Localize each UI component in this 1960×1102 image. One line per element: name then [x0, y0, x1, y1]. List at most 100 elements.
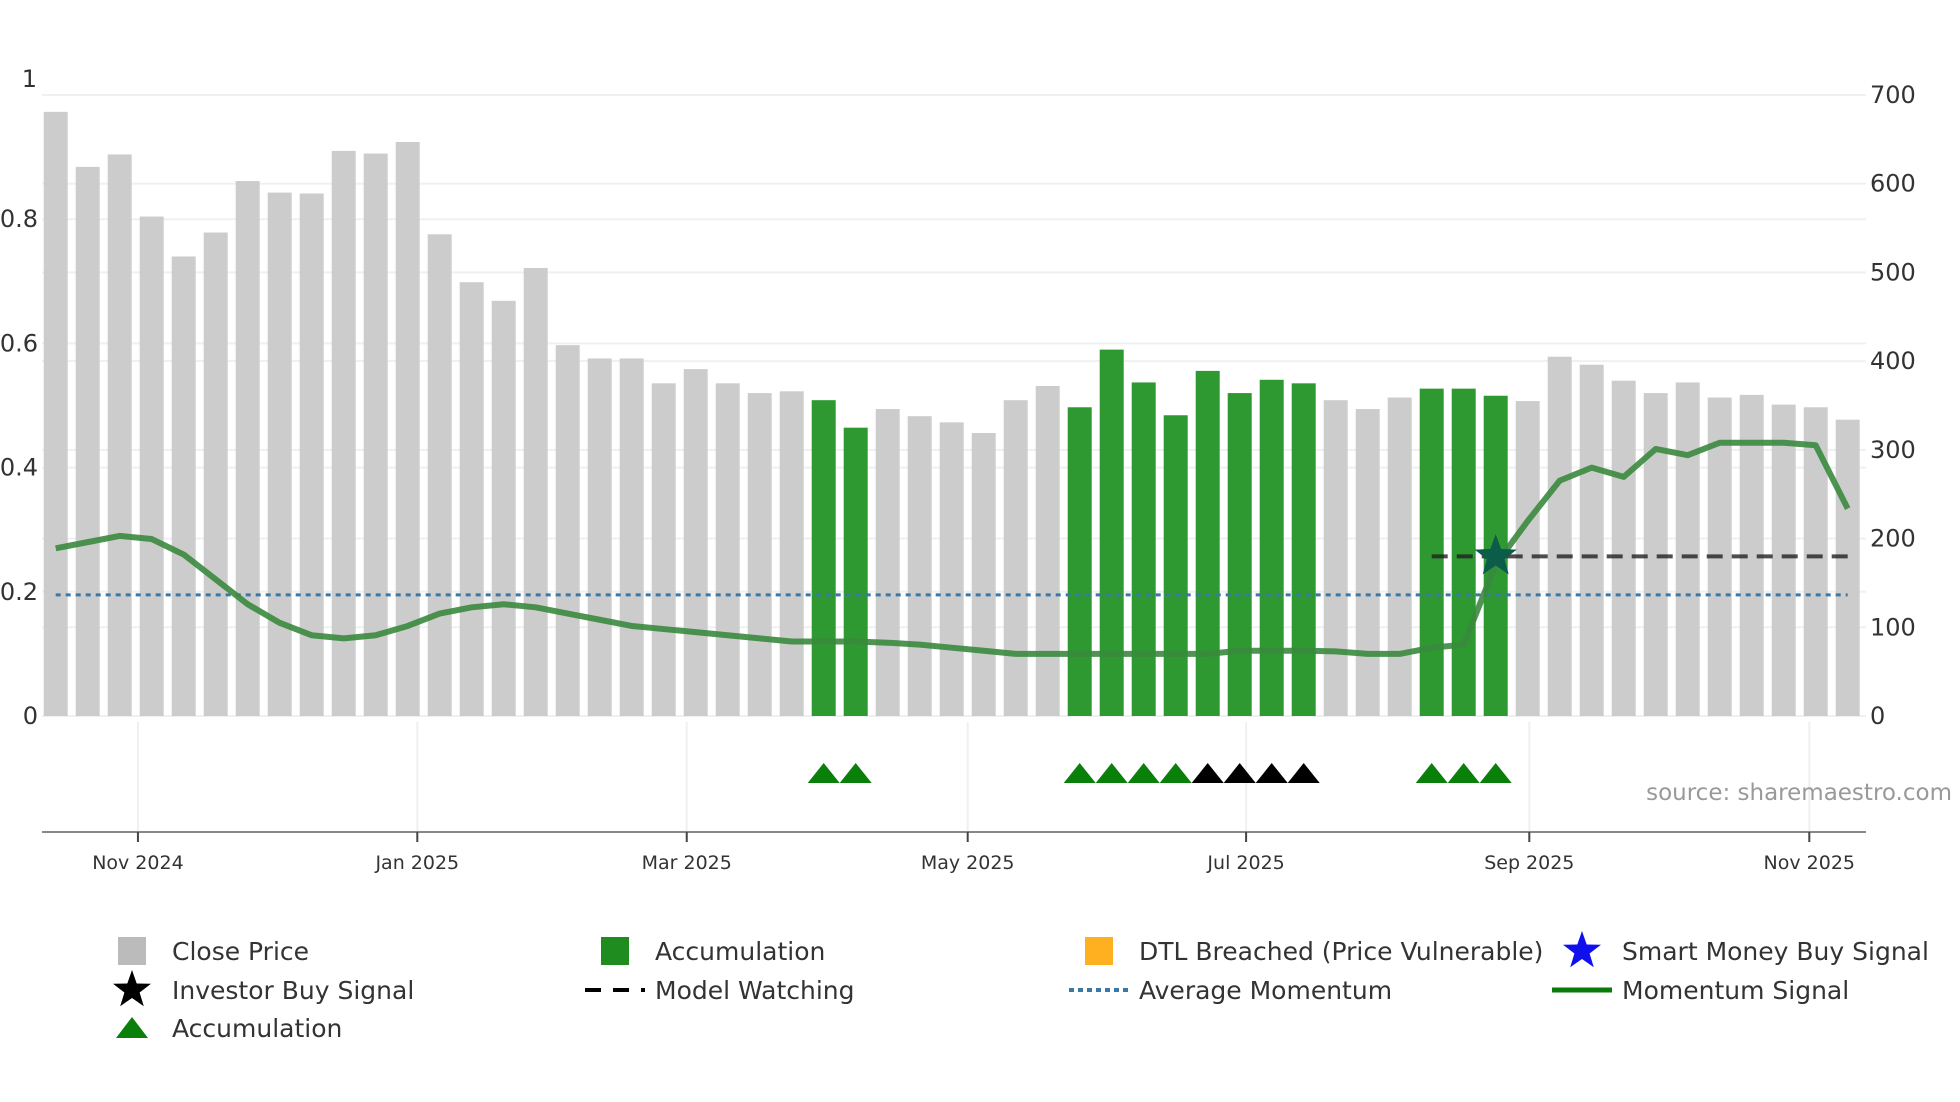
legend-label: Investor Buy Signal: [172, 976, 414, 1005]
legend-label: Average Momentum: [1139, 976, 1392, 1005]
left-tick-label: 0.8: [0, 205, 38, 233]
right-tick-label: 100: [1870, 613, 1916, 641]
close-price-bar: [427, 234, 452, 716]
close-price-bar: [203, 232, 228, 716]
left-tick-label: 1: [22, 65, 37, 93]
legend-label: Smart Money Buy Signal: [1622, 937, 1929, 966]
close-price-bar: [587, 358, 612, 716]
close-price-bar: [907, 416, 932, 716]
close-price-bar: [939, 422, 964, 716]
legend-label: Accumulation: [655, 937, 825, 966]
close-price-bar: [1035, 385, 1060, 716]
close-price-bar: [331, 150, 356, 716]
close-price-bar: [1323, 400, 1348, 716]
legend-label: DTL Breached (Price Vulnerable): [1139, 937, 1543, 966]
x-tick-label: Sep 2025: [1484, 852, 1574, 874]
x-tick-label: Mar 2025: [642, 852, 732, 874]
close-price-bar: [1771, 404, 1796, 716]
legend-label: Momentum Signal: [1622, 976, 1849, 1005]
accumulation-bar: [1195, 370, 1220, 716]
close-price-bar: [235, 181, 260, 716]
accumulation-legend-icon: [601, 937, 629, 965]
accumulation-triangle: [1159, 763, 1192, 783]
source-label: source: sharemaestro.com: [1646, 780, 1952, 806]
black-triangle: [1255, 763, 1288, 783]
accumulation-bar: [1291, 383, 1316, 716]
accumulation-triangle-icon: [116, 1017, 148, 1038]
legend: Close Price Accumulation DTL Breached (Pri…: [113, 931, 1929, 1043]
right-tick-label: 0: [1870, 702, 1885, 730]
close-price-bar: [1355, 409, 1380, 716]
accumulation-bar: [843, 427, 868, 716]
close-price-bar: [139, 216, 164, 716]
close-price-bar: [1579, 364, 1604, 716]
accumulation-bar: [1259, 379, 1284, 716]
black-triangle: [1191, 763, 1224, 783]
close-price-bar: [715, 383, 740, 716]
chart: Nov 2024 Jan 2025 Mar 2025 May 2025 Jul 2025…: [0, 65, 1952, 1043]
close-price-bar: [1515, 401, 1540, 716]
accumulation-triangle: [1127, 763, 1160, 783]
close-price-bar: [1803, 407, 1828, 716]
close-price-bar: [779, 391, 804, 716]
close-price-bar: [459, 282, 484, 716]
close-price-bar: [747, 393, 772, 716]
close-price-bar: [171, 256, 196, 716]
left-tick-label: 0: [23, 702, 38, 730]
close-price-bar: [1547, 356, 1572, 716]
accumulation-triangle: [1095, 763, 1128, 783]
dtl-breached-legend-icon: [1085, 937, 1113, 965]
right-tick-label: 400: [1870, 347, 1916, 375]
close-price-bar: [619, 358, 644, 716]
x-tick-label: May 2025: [921, 852, 1015, 874]
close-price-bar: [491, 300, 516, 716]
left-tick-label: 0.2: [0, 578, 38, 606]
accumulation-triangle: [1479, 763, 1512, 783]
accumulation-bar: [1131, 382, 1156, 716]
accumulation-bar: [811, 400, 836, 716]
x-tick-label: Jan 2025: [374, 852, 459, 874]
right-tick-label: 600: [1870, 170, 1916, 198]
black-triangle: [1223, 763, 1256, 783]
accumulation-bar: [1099, 349, 1124, 716]
x-tick-label: Jul 2025: [1206, 852, 1284, 874]
close-price-bar: [1835, 419, 1860, 716]
close-price-bar: [683, 369, 708, 716]
accumulation-bar: [1419, 388, 1444, 716]
black-triangle: [1287, 763, 1320, 783]
close-price-bar: [555, 345, 580, 716]
close-price-bar: [1675, 382, 1700, 716]
close-price-bar: [1611, 380, 1636, 716]
close-price-bar: [971, 433, 996, 716]
price-bars: [43, 111, 1860, 717]
right-tick-label: 500: [1870, 258, 1916, 286]
left-tick-label: 0.4: [0, 454, 38, 482]
legend-label: Accumulation: [172, 1014, 342, 1043]
accumulation-triangle: [1063, 763, 1096, 783]
legend-label: Model Watching: [655, 976, 855, 1005]
x-tick-label: Nov 2024: [92, 852, 183, 874]
accumulation-bar: [1227, 393, 1252, 716]
close-price-bar: [875, 409, 900, 716]
accumulation-bar: [1163, 415, 1188, 716]
investor-buy-star-icon: [113, 970, 151, 1007]
accumulation-bar: [1451, 388, 1476, 716]
close-price-bar: [107, 154, 132, 716]
close-price-bar: [651, 383, 676, 716]
accumulation-bar: [1067, 407, 1092, 716]
accumulation-triangle: [1447, 763, 1480, 783]
close-price-bar: [267, 192, 292, 717]
x-tick-label: Nov 2025: [1764, 852, 1855, 874]
smart-money-star-icon: [1563, 931, 1601, 968]
right-tick-label: 200: [1870, 525, 1916, 553]
close-price-bar: [43, 111, 68, 716]
right-tick-label: 700: [1870, 81, 1916, 109]
close-price-bar: [75, 166, 100, 716]
legend-label: Close Price: [172, 937, 309, 966]
left-tick-label: 0.6: [0, 329, 38, 357]
accumulation-triangle: [1415, 763, 1448, 783]
close-price-bar: [523, 267, 548, 716]
accumulation-triangle: [807, 763, 840, 783]
close-price-bar: [1387, 397, 1412, 716]
accumulation-triangle: [839, 763, 872, 783]
